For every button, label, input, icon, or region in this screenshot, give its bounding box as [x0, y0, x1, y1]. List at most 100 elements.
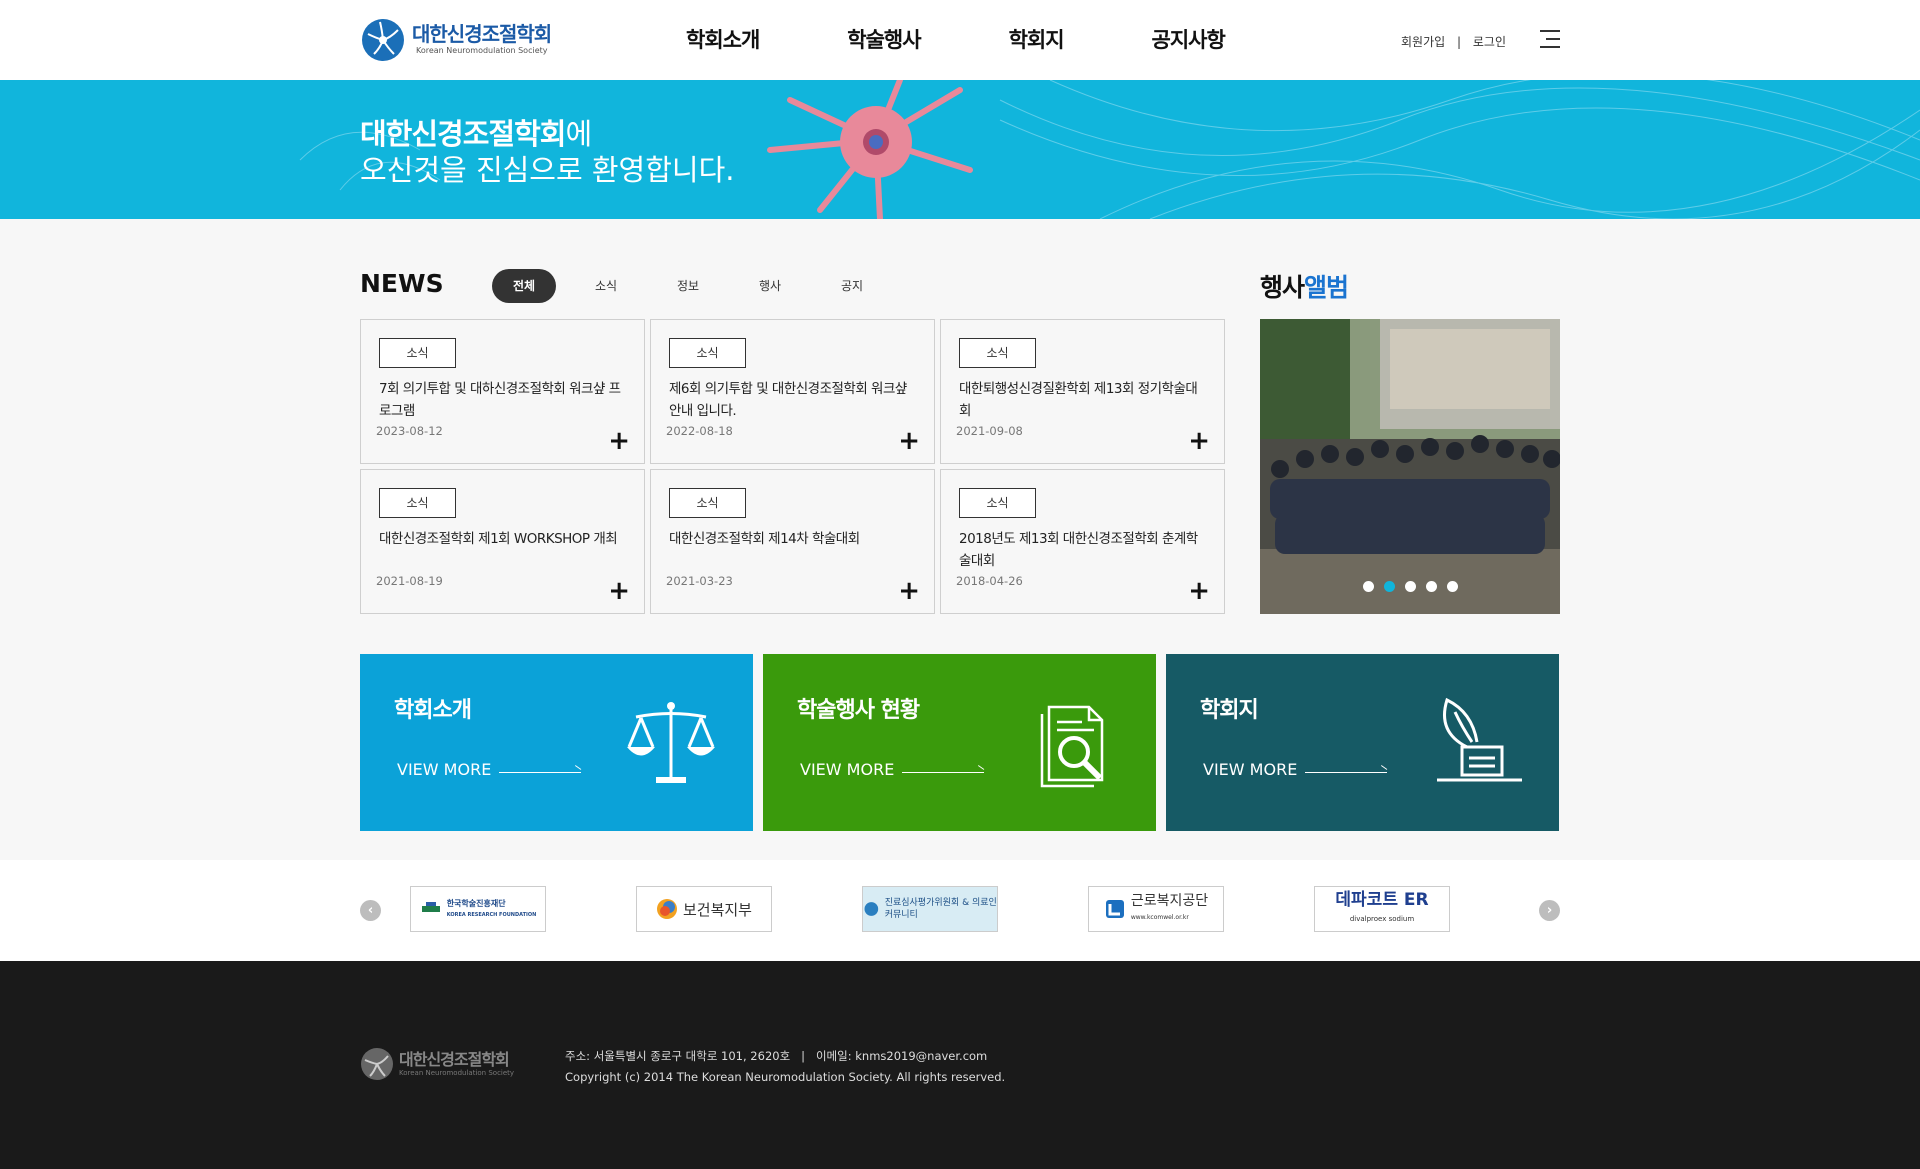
site-footer: 대한신경조절학회 Korean Neuromodulation Society … [0, 961, 1920, 1169]
plus-icon[interactable]: + [608, 428, 630, 454]
slider-dot[interactable] [1404, 581, 1416, 592]
plus-icon[interactable]: + [1188, 578, 1210, 604]
partner-name: 근로복지공단 www.kcomwel.or.kr [1130, 892, 1209, 921]
news-card-grid: 소식 7회 의기투합 및 대하신경조절학회 워크샾 프로그램 2023-08-1… [360, 319, 1226, 614]
album-heading: 행사앨범 [1260, 273, 1349, 302]
news-section: NEWS 전체 소식 정보 행사 공지 소식 7회 의기투합 및 대하신경조절학… [0, 219, 1920, 860]
tab-notices[interactable]: 공지 [820, 269, 884, 303]
welfare-service-logo-icon [1105, 900, 1124, 918]
banner-subheading: 오신것을 진심으로 환영합니다. [360, 153, 735, 187]
promo-title: 학술행사 현황 [797, 698, 920, 723]
plus-icon[interactable]: + [898, 578, 920, 604]
site-header: 대한신경조절학회 Korean Neuromodulation Society … [0, 0, 1920, 80]
partner-link[interactable]: 보건복지부 [636, 886, 772, 932]
footer-logo-korean-text: 대한신경조절학회 [399, 1050, 510, 1069]
slider-dot[interactable] [1446, 581, 1458, 592]
news-card[interactable]: 소식 대한퇴행성신경질환학회 제13회 정기학술대회 2021-09-08 + [940, 319, 1225, 464]
slider-dot[interactable] [1425, 581, 1437, 592]
tab-events[interactable]: 행사 [738, 269, 802, 303]
academic-events-banner[interactable]: 학술행사 현황 VIEW MORE [763, 654, 1156, 831]
partner-link[interactable]: 진료심사평가위원회 & 의료인 커뮤니티 [862, 886, 998, 932]
plus-icon[interactable]: + [898, 428, 920, 454]
news-title[interactable]: 대한신경조절학회 제1회 WORKSHOP 개최 [379, 528, 629, 550]
footer-contact-line: 주소: 서울특별시 종로구 대학로 101, 2620호 | 이메일: knms… [565, 1049, 988, 1063]
slider-dot-active[interactable] [1383, 581, 1395, 592]
partner-list: 한국학술진흥재단 KOREA RESEARCH FOUNDATION 보건복지부 … [410, 886, 1450, 932]
partner-name: 진료심사평가위원회 & 의료인 커뮤니티 [884, 898, 997, 920]
partner-banner-strip: ‹ 한국학술진흥재단 KOREA RESEARCH FOUNDATION 보건복지… [0, 860, 1920, 961]
hamburger-icon[interactable] [1540, 30, 1560, 48]
news-category-badge: 소식 [379, 338, 456, 368]
util-separator: | [1457, 35, 1462, 49]
news-card[interactable]: 소식 대한신경조절학회 제14차 학술대회 2021-03-23 + [650, 469, 935, 614]
footer-info: 주소: 서울특별시 종로구 대학로 101, 2620호 | 이메일: knms… [565, 1046, 1005, 1088]
footer-copyright: Copyright (c) 2014 The Korean Neuromodul… [565, 1070, 1006, 1084]
news-date: 2018-04-26 [956, 574, 1023, 588]
footer-email[interactable]: knms2019@naver.com [855, 1049, 987, 1063]
logo-english-text: Korean Neuromodulation Society [416, 46, 548, 55]
tab-news[interactable]: 소식 [574, 269, 638, 303]
logo-korean-text: 대한신경조절학회 [412, 22, 552, 46]
banner-heading: 대한신경조절학회에 [360, 117, 592, 151]
review-community-logo-icon [864, 902, 879, 916]
partner-name: 데파코트 ER divalproex sodium [1335, 889, 1429, 923]
view-more-link[interactable]: VIEW MORE [397, 760, 491, 779]
news-title[interactable]: 7회 의기투합 및 대하신경조절학회 워크샾 프로그램 [379, 378, 629, 422]
plus-icon[interactable]: + [608, 578, 630, 604]
about-society-banner[interactable]: 학회소개 VIEW MORE [360, 654, 753, 831]
partner-link[interactable]: 데파코트 ER divalproex sodium [1314, 886, 1450, 932]
news-filter-tabs: 전체 소식 정보 행사 공지 [492, 269, 902, 303]
document-search-icon [1040, 705, 1104, 788]
news-category-badge: 소식 [379, 488, 456, 518]
news-card[interactable]: 소식 제6회 의기투합 및 대한신경조절학회 워크샾 안내 입니다. 2022-… [650, 319, 935, 464]
ministry-health-logo-icon [656, 899, 677, 919]
quill-ink-icon [1437, 697, 1522, 782]
partner-link[interactable]: 한국학술진흥재단 KOREA RESEARCH FOUNDATION [410, 886, 546, 932]
news-card[interactable]: 소식 2018년도 제13회 대한신경조절학회 춘계학술대회 2018-04-2… [940, 469, 1225, 614]
partner-name: 보건복지부 [682, 900, 752, 919]
site-logo[interactable]: 대한신경조절학회 Korean Neuromodulation Society [360, 14, 552, 64]
footer-address: 서울특별시 종로구 대학로 101, 2620호 [593, 1049, 791, 1063]
plus-icon[interactable]: + [1188, 428, 1210, 454]
footer-logo-english-text: Korean Neuromodulation Society [399, 1069, 515, 1077]
signup-link[interactable]: 회원가입 [1401, 35, 1445, 49]
main-navigation: 학회소개 학술행사 학회지 공지사항 [686, 24, 1313, 54]
hero-banner: 대한신경조절학회에 오신것을 진심으로 환영합니다. [0, 80, 1920, 219]
slider-dot[interactable] [1362, 581, 1374, 592]
nav-item-events[interactable]: 학술행사 [847, 24, 921, 54]
view-more-link[interactable]: VIEW MORE [800, 760, 894, 779]
login-link[interactable]: 로그인 [1473, 35, 1506, 49]
view-more-link[interactable]: VIEW MORE [1203, 760, 1297, 779]
tab-all[interactable]: 전체 [492, 269, 556, 303]
nav-item-about[interactable]: 학회소개 [686, 24, 760, 54]
news-date: 2021-08-19 [376, 574, 443, 588]
group-photo-image [1260, 319, 1560, 614]
news-title[interactable]: 대한퇴행성신경질환학회 제13회 정기학술대회 [959, 378, 1209, 422]
news-category-badge: 소식 [669, 488, 746, 518]
partner-link[interactable]: 근로복지공단 www.kcomwel.or.kr [1088, 886, 1224, 932]
utility-links: 회원가입 | 로그인 [1397, 33, 1510, 50]
news-title[interactable]: 2018년도 제13회 대한신경조절학회 춘계학술대회 [959, 528, 1209, 572]
neuron-logo-icon [361, 1048, 393, 1080]
nav-item-notices[interactable]: 공지사항 [1152, 24, 1226, 54]
footer-logo: 대한신경조절학회 Korean Neuromodulation Society [360, 1046, 514, 1082]
news-category-badge: 소식 [959, 488, 1036, 518]
news-title[interactable]: 대한신경조절학회 제14차 학술대회 [669, 528, 919, 550]
chevron-left-icon[interactable]: ‹ [360, 900, 381, 921]
journal-banner[interactable]: 학회지 VIEW MORE [1166, 654, 1559, 831]
scale-icon [627, 702, 715, 783]
news-card[interactable]: 소식 7회 의기투합 및 대하신경조절학회 워크샾 프로그램 2023-08-1… [360, 319, 645, 464]
news-card[interactable]: 소식 대한신경조절학회 제1회 WORKSHOP 개최 2021-08-19 + [360, 469, 645, 614]
news-title[interactable]: 제6회 의기투합 및 대한신경조절학회 워크샾 안내 입니다. [669, 378, 919, 422]
partner-name: 한국학술진흥재단 KOREA RESEARCH FOUNDATION [446, 898, 537, 918]
promo-title: 학회소개 [394, 698, 472, 723]
chevron-right-icon[interactable]: › [1539, 900, 1560, 921]
nav-item-journal[interactable]: 학회지 [1009, 24, 1065, 54]
quick-links: 학회소개 VIEW MORE 학술행사 현황 VIEW MORE 학회지 VIE… [360, 654, 1559, 831]
news-category-badge: 소식 [669, 338, 746, 368]
news-heading: NEWS [360, 269, 444, 298]
neuron-logo-icon [362, 19, 404, 61]
event-album-slider[interactable] [1260, 319, 1560, 614]
tab-info[interactable]: 정보 [656, 269, 720, 303]
news-date: 2021-09-08 [956, 424, 1023, 438]
